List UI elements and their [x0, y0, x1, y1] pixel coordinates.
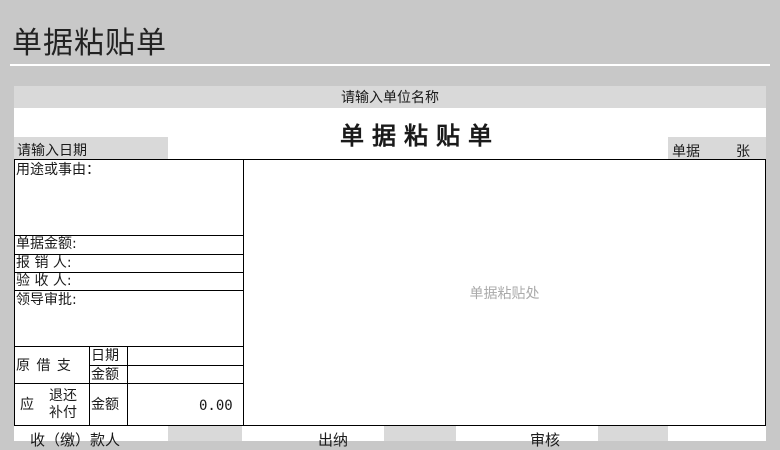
advance-label: 原 借 支 — [16, 358, 72, 374]
reviewer-signature-field[interactable] — [598, 426, 668, 441]
cell-divider — [89, 346, 90, 383]
approval-label: 领导审批: — [16, 292, 77, 308]
receipt-paste-area[interactable]: 单据粘贴处 — [244, 160, 765, 425]
cell-divider — [127, 346, 128, 425]
amount-label: 单据金额: — [16, 236, 77, 252]
purpose-label: 用途或事由： — [16, 162, 100, 178]
company-name-placeholder: 请输入单位名称 — [341, 90, 439, 106]
company-name-field[interactable]: 请输入单位名称 — [14, 86, 766, 108]
page-title: 单据粘贴单 — [12, 26, 167, 61]
settle-refund-label: 退还 — [49, 388, 77, 404]
settle-amount-value: 0.00 — [199, 398, 233, 414]
reimburser-label: 报 销 人: — [16, 255, 72, 271]
payer-label: 收（缴）款人 — [30, 431, 121, 449]
row-divider — [15, 383, 243, 384]
cashier-label: 出纳 — [318, 431, 349, 449]
title-divider — [10, 64, 770, 66]
payer-signature-field[interactable] — [168, 426, 242, 441]
row-divider — [15, 290, 243, 291]
settle-prefix: 应 — [20, 397, 34, 413]
date-field[interactable]: 请输入日期 — [14, 137, 168, 160]
inspector-label: 验 收 人: — [16, 273, 72, 289]
settle-amount-label: 金额 — [91, 397, 119, 413]
row-divider — [15, 346, 243, 347]
row-divider — [89, 365, 243, 366]
cell-divider — [89, 383, 90, 425]
advance-amount-label: 金额 — [91, 367, 119, 383]
receipt-count-field[interactable]: 单据 张 — [668, 137, 766, 160]
reviewer-label: 审核 — [530, 431, 561, 449]
paste-area-label: 单据粘贴处 — [469, 285, 540, 302]
form-title: 单据粘贴单 — [340, 121, 500, 150]
receipt-count-unit: 张 — [736, 144, 750, 160]
receipt-count-label: 单据 — [672, 144, 700, 160]
settle-pay-label: 补付 — [49, 405, 77, 421]
cashier-signature-field[interactable] — [384, 426, 456, 441]
advance-date-label: 日期 — [91, 348, 119, 364]
